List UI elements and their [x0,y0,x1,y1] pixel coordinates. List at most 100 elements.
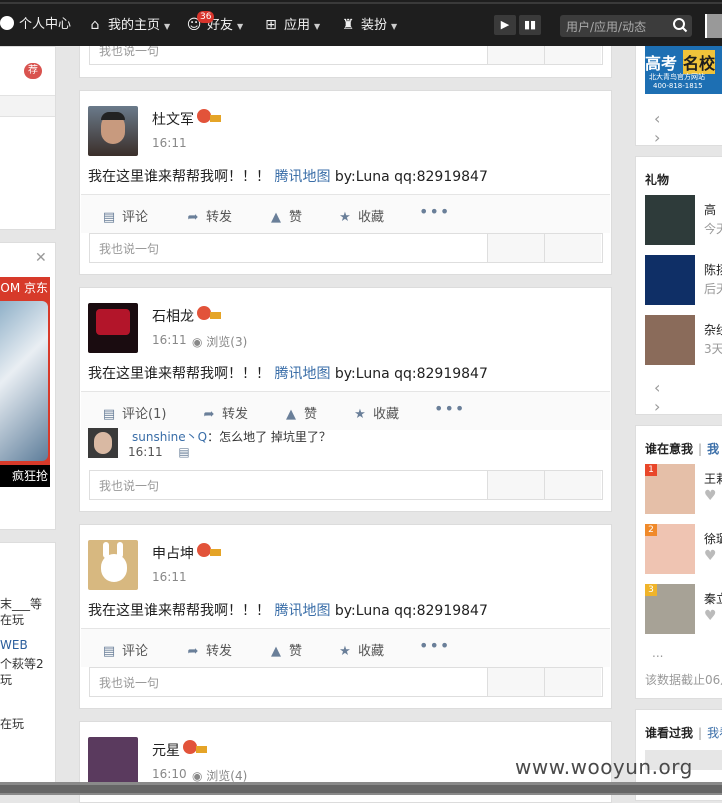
play-icon[interactable]: ▶ [494,15,516,35]
visitor-name[interactable]: 王莉 [704,470,722,487]
commenter-name: sunshine丶Q：怎么地了 掉坑里了？ [132,430,331,444]
avatar[interactable] [88,737,138,787]
visitor-avatar[interactable]: 2 [645,524,695,574]
comment-button[interactable]: ▤ 评论 [101,206,148,225]
top-divider [0,2,722,4]
jd-advertisement[interactable]: OM 京东 疯狂抢 [0,277,50,487]
favorite-button[interactable]: ★ 收藏 [352,403,399,422]
avatar[interactable] [88,540,138,590]
ad-headline: 高考 [645,54,678,73]
heart-icon[interactable]: ♥ [704,488,717,504]
gift-image[interactable] [645,315,695,365]
carousel-arrows[interactable]: ‹ › [654,109,722,145]
heart-icon[interactable]: ♥ [704,548,717,564]
gifts-title: 礼物 [645,173,670,187]
nav-my-homepage[interactable]: ⌂ 我的主页 ▼ [87,15,171,35]
nav-friends[interactable]: ☺ 好友 ▼ 36 [186,11,243,35]
level-badge-icon [197,109,221,123]
post-time: 16:11 [152,333,187,347]
gift-image[interactable] [645,195,695,245]
camera-icon[interactable] [487,234,544,262]
search-icon[interactable] [672,17,688,33]
more-icon[interactable]: ... [652,646,663,660]
map-link[interactable]: 腾讯地图 [274,366,330,382]
close-icon[interactable]: ✕ [35,250,47,266]
carousel-arrows[interactable]: ‹ › [654,378,722,414]
post-content: 我在这里谁来帮帮我啊！！！ 腾讯地图 by:Luna qq:82919847 [88,169,488,185]
like-button[interactable]: ▲ 赞 [283,403,317,422]
eye-icon: ◉ [192,769,207,783]
tshirt-icon: ♜ [341,17,355,33]
favorite-button[interactable]: ★ 收藏 [337,206,384,225]
avatar[interactable] [88,106,138,156]
signal-bars-icon[interactable]: ▮▮ [519,15,541,35]
recommend-badge: 荐 [24,63,42,79]
more-icon[interactable]: ••• [419,202,450,221]
visitor-avatar[interactable]: 3 [645,584,695,634]
phone-image [0,301,48,461]
scrollbar-thumb[interactable] [0,785,722,793]
post-author[interactable]: 石相龙 [152,306,194,326]
post-author[interactable]: 元星 [152,740,180,760]
reply-input[interactable]: 我也说一句 [99,674,159,691]
more-icon[interactable]: ••• [419,636,450,655]
comment-button[interactable]: ▤ 评论(1) [101,403,167,422]
view-count: ◉ 浏览(3) [192,335,248,349]
feed-post: 石相龙 16:11 ◉ 浏览(3) 我在这里谁来帮帮我啊！！！ 腾讯地图 by:… [79,287,612,512]
commenter-avatar[interactable] [88,428,118,458]
gesture-icon[interactable] [544,471,601,499]
data-note: 该数据截止06月 [645,673,722,687]
gifts-card: 礼物 高 今天 陈扬 后天 杂线 3天 ‹ › [635,156,722,415]
ad-subtitle: 北大青鸟官方网站 [649,73,705,81]
who-visited-title[interactable]: 谁看过我|我看 [645,724,722,741]
visitor-avatar[interactable]: 1 [645,464,695,514]
star-icon: ★ [354,407,366,422]
school-advertisement[interactable]: 高考 名校 北大青鸟官方网站 400-818-1815 [645,46,722,94]
comment-button[interactable]: ▤ 评论 [101,640,148,659]
post-author[interactable]: 申占坤 [152,543,194,563]
top-nav-bar: 个人中心 ⌂ 我的主页 ▼ ☺ 好友 ▼ 36 ⊞ 应用 ▼ ♜ 装扮 ▼ ▶ ▮▮ [0,0,722,46]
map-link[interactable]: 腾讯地图 [274,169,330,185]
left-menu-divider [0,95,55,117]
search-input[interactable] [564,17,672,37]
forward-button[interactable]: ➦ 转发 [201,403,248,422]
gift-date: 今天 [704,222,722,236]
reply-icon[interactable]: ▤ [178,445,189,459]
level-badge-icon [183,740,207,754]
nav-dressup[interactable]: ♜ 装扮 ▼ [340,15,397,35]
camera-icon[interactable] [487,471,544,499]
feed-post: 杜文军 16:11 我在这里谁来帮帮我啊！！！ 腾讯地图 by:Luna qq:… [79,90,612,275]
user-avatar[interactable] [705,14,722,38]
map-link[interactable]: 腾讯地图 [274,603,330,619]
app-link[interactable]: WEB [0,638,28,652]
nav-apps[interactable]: ⊞ 应用 ▼ [263,15,320,35]
like-button[interactable]: ▲ 赞 [268,206,302,225]
gesture-icon[interactable] [544,234,601,262]
share-arrow-icon: ➦ [187,210,199,225]
post-author[interactable]: 杜文军 [152,109,194,129]
user-icon [0,16,14,30]
avatar[interactable] [88,303,138,353]
favorite-button[interactable]: ★ 收藏 [337,640,384,659]
who-cares-title[interactable]: 谁在意我 | 我 [645,440,719,457]
nav-personal-center[interactable]: 个人中心 [0,15,71,35]
gift-name: 杂线 [704,323,722,337]
forward-button[interactable]: ➦ 转发 [185,640,232,659]
share-arrow-icon: ➦ [203,407,215,422]
forward-button[interactable]: ➦ 转发 [185,206,232,225]
heart-icon[interactable]: ♥ [704,608,717,624]
post-content: 我在这里谁来帮帮我啊！！！ 腾讯地图 by:Luna qq:82919847 [88,366,488,382]
left-apps-card: 末___等 在玩 WEB 个萩等2 玩 在玩 [0,542,56,784]
reply-input[interactable]: 我也说一句 [99,477,159,494]
gesture-icon[interactable] [544,668,601,696]
chevron-down-icon: ▼ [391,22,398,31]
reply-input[interactable]: 我也说一句 [99,240,159,257]
more-icon[interactable]: ••• [434,399,465,418]
visitor-name[interactable]: 秦立 [704,590,722,607]
visitor-name[interactable]: 徐璐 [704,530,722,547]
gift-image[interactable] [645,255,695,305]
like-button[interactable]: ▲ 赞 [268,640,302,659]
ad-phone: 400-818-1815 [653,82,703,90]
ad-highlight: 名校 [683,50,716,74]
camera-icon[interactable] [487,668,544,696]
